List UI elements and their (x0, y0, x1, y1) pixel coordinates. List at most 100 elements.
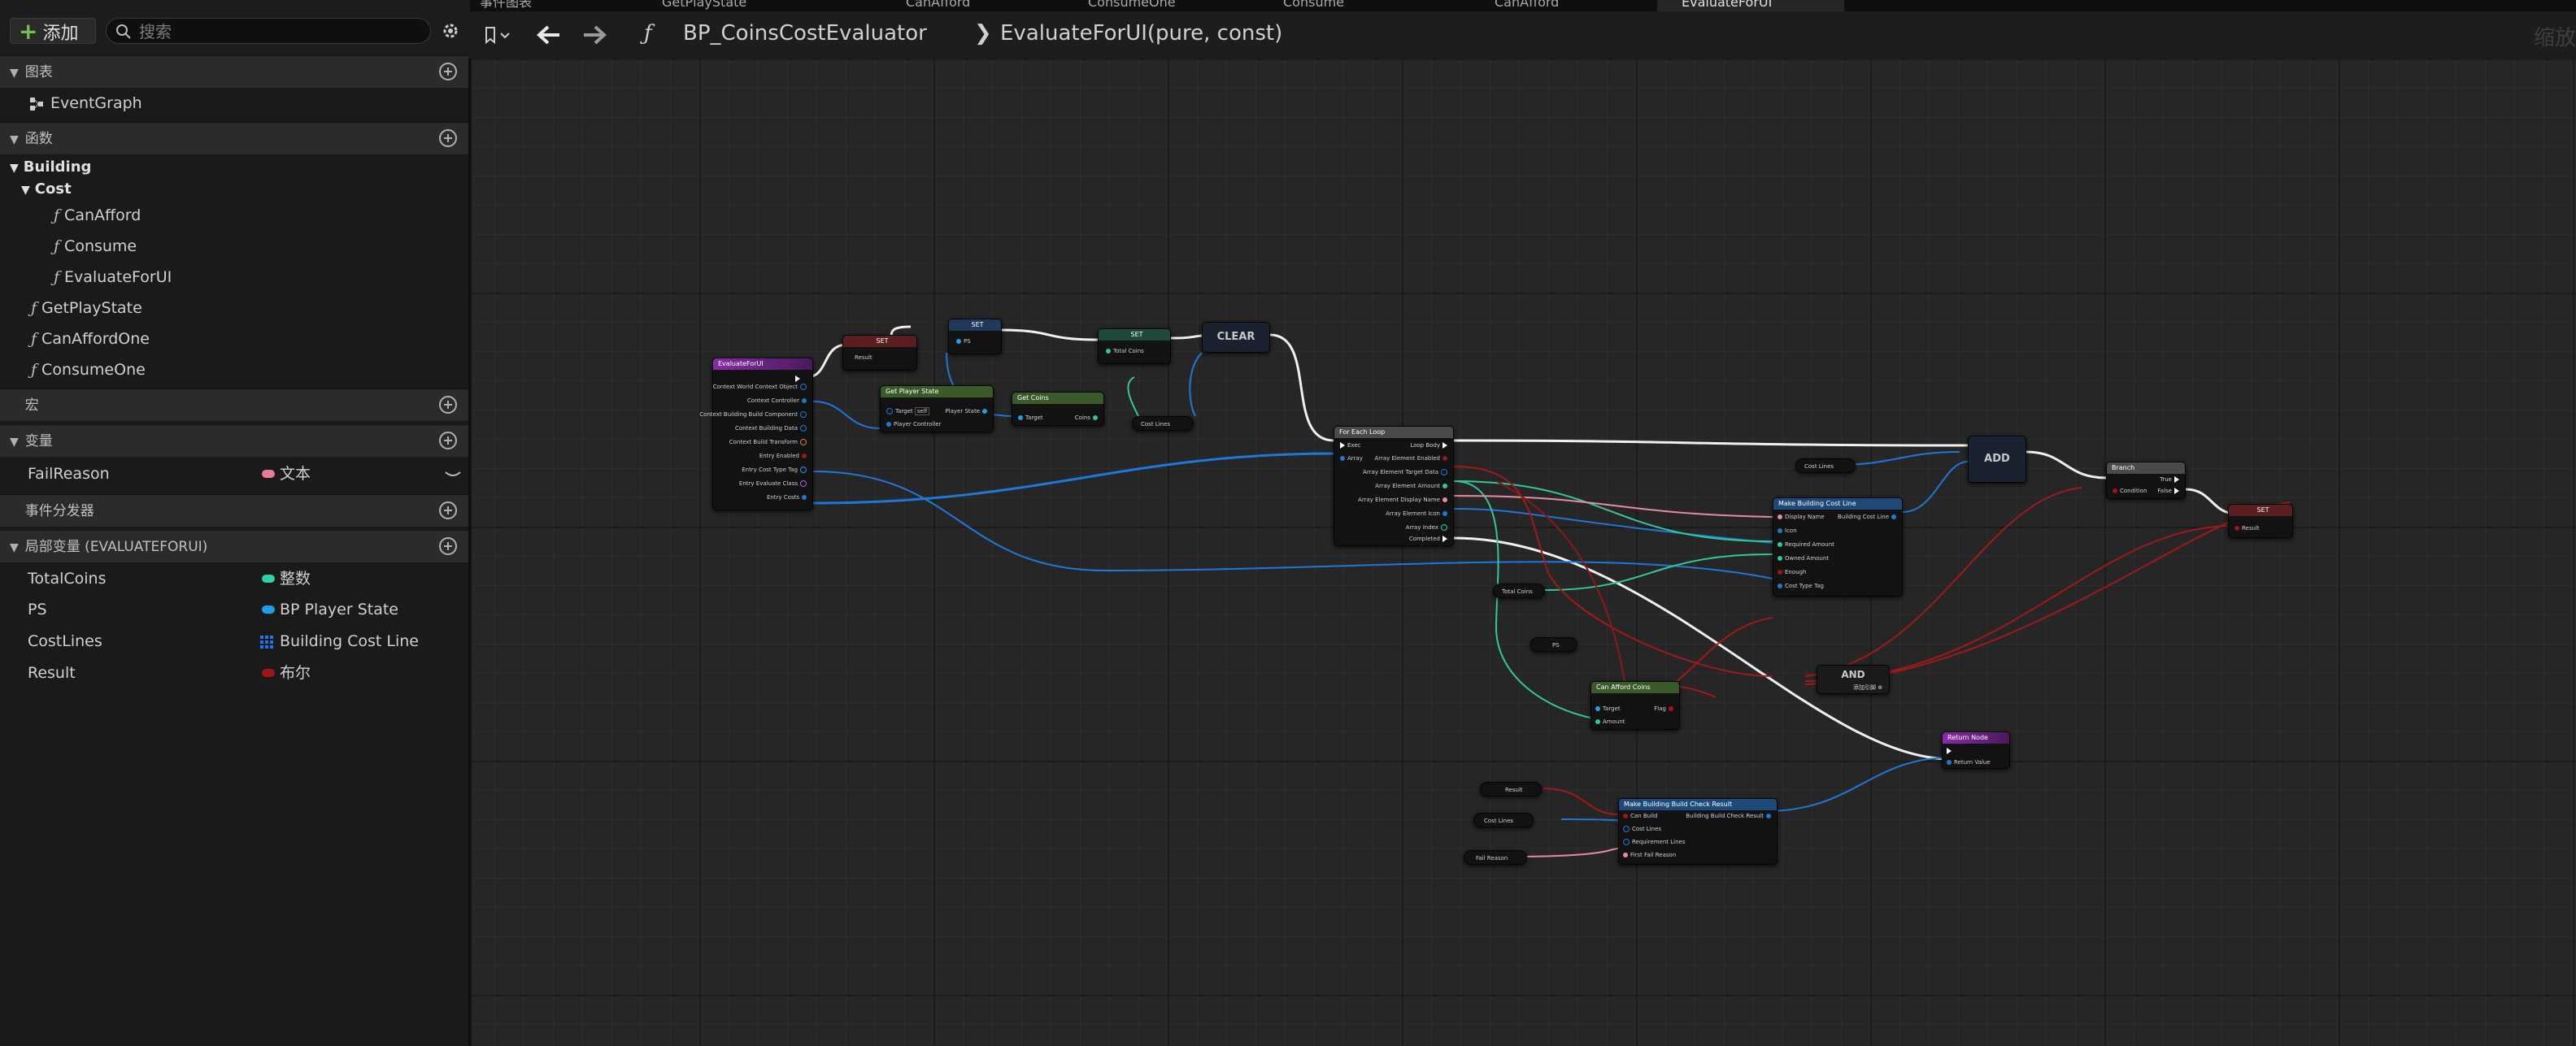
add-button[interactable]: + 添加 (10, 18, 96, 45)
section-event-dispatchers[interactable]: ▼事件分发器 (0, 494, 468, 527)
input-pin[interactable]: First Fail Reason (1621, 851, 1676, 859)
output-pin[interactable]: Array Element Icon (1386, 510, 1450, 518)
graph-item-eventgraph[interactable]: EventGraph (29, 91, 142, 115)
output-pin[interactable]: Building Cost Line (1838, 513, 1899, 521)
exec-out-pin[interactable]: Completed (1409, 535, 1450, 543)
output-pin[interactable]: Array Index (1406, 523, 1450, 532)
local-variable-row[interactable]: TotalCoins 整数 (0, 563, 468, 594)
output-pin[interactable]: Coins (1075, 414, 1100, 422)
set-total-coins-node[interactable]: SET Total Coins (1098, 328, 1171, 364)
input-pin[interactable]: Player Controller (884, 420, 941, 428)
make-building-cost-line-node[interactable]: Make Building Cost Line Display Name Ico… (1773, 497, 1903, 597)
array-clear-node[interactable]: CLEAR (1202, 322, 1270, 353)
output-pin[interactable]: Array Element Enabled (1374, 454, 1450, 462)
gear-icon[interactable] (439, 20, 462, 42)
input-pin[interactable]: Cost Type Tag (1775, 582, 1824, 590)
output-pin[interactable]: Building Build Check Result (1686, 812, 1773, 820)
add-macro-icon[interactable] (439, 396, 457, 414)
section-macros[interactable]: ▼宏 (0, 388, 468, 421)
tab-canafford[interactable]: CanAfford (906, 0, 1012, 11)
section-functions[interactable]: ▼ 函数 (0, 122, 468, 154)
branch-node[interactable]: Branch Condition True False (2106, 462, 2186, 499)
input-pin[interactable]: Icon (1775, 527, 1797, 535)
breadcrumb-function[interactable]: EvaluateForUI(pure, const) (1000, 21, 1282, 46)
function-item-consumeone[interactable]: ƒ ConsumeOne (31, 358, 146, 382)
return-node[interactable]: Return Node Return Value (1942, 731, 2010, 769)
output-pin[interactable]: Context Build Transform (729, 438, 809, 446)
exec-in-pin[interactable] (1944, 747, 1954, 755)
output-pin[interactable]: Array Element Target Data (1363, 468, 1450, 476)
get-player-state-node[interactable]: Get Player State Target self Player Cont… (880, 385, 994, 432)
cost-lines-getter[interactable]: Cost Lines (1473, 813, 1534, 827)
cost-lines-getter[interactable]: Cost Lines (1795, 458, 1856, 473)
forward-arrow-icon[interactable] (582, 24, 607, 46)
exec-in-pin[interactable]: Exec (1338, 441, 1361, 449)
input-pin[interactable]: Required Amount (1775, 540, 1834, 549)
array-add-node[interactable]: ADD (1968, 436, 2026, 483)
tab-consumeone[interactable]: ConsumeOne (1088, 0, 1202, 11)
eye-closed-icon[interactable] (444, 470, 462, 480)
exec-out-pin[interactable]: True (2160, 475, 2182, 484)
variable-type[interactable]: Building Cost Line (260, 626, 419, 657)
section-variables[interactable]: ▼ 变量 (0, 424, 468, 457)
variable-type[interactable]: BP Player State (262, 594, 398, 625)
function-item-evaluateforui[interactable]: ƒ EvaluateForUI (54, 265, 172, 289)
input-pin[interactable]: Amount (1593, 718, 1625, 726)
input-pin[interactable]: Requirement Lines (1621, 838, 1685, 846)
output-pin[interactable]: Array Element Display Name (1358, 496, 1450, 504)
for-each-loop-node[interactable]: For Each Loop Exec Array Loop Body Array… (1334, 426, 1454, 546)
tab-evaluateforui[interactable]: EvaluateForUI (1657, 0, 1844, 11)
input-pin[interactable]: Target (1016, 414, 1043, 422)
input-pin[interactable]: Condition (2110, 487, 2147, 495)
tab-blueprint[interactable]: 事件图表 (480, 0, 553, 11)
set-result-node-2[interactable]: SET Result (2228, 504, 2293, 538)
get-coins-node[interactable]: Get Coins Target Coins (1012, 392, 1104, 426)
function-item-getplaystate[interactable]: ƒ GetPlayState (31, 296, 142, 320)
tab-consume[interactable]: Consume (1283, 0, 1364, 11)
tab-getplaystate[interactable]: GetPlayState (662, 0, 768, 11)
set-ps-node[interactable]: SET PS (948, 319, 1002, 354)
add-graph-icon[interactable] (439, 63, 457, 80)
array-in-pin[interactable]: Array (1338, 454, 1363, 462)
exec-out-pin[interactable]: False (2157, 487, 2182, 495)
input-pin[interactable]: Can Build (1621, 812, 1657, 820)
output-pin[interactable]: Array Element Amount (1375, 482, 1450, 490)
exec-out-pin[interactable]: Loop Body (1410, 441, 1450, 449)
and-boolean-node[interactable]: AND 添加引脚 ⊕ (1817, 665, 1890, 694)
breadcrumb-blueprint[interactable]: BP_CoinsCostEvaluator (683, 21, 927, 46)
output-pin[interactable]: Context Building Data (735, 424, 809, 432)
function-item-consume[interactable]: ƒ Consume (54, 234, 137, 258)
output-pin[interactable]: Entry Cost Type Tag (742, 466, 809, 474)
output-pin[interactable]: Entry Enabled (759, 452, 809, 460)
add-local-variable-icon[interactable] (439, 537, 457, 555)
add-pin-button[interactable]: 添加引脚 ⊕ (1853, 684, 1882, 692)
section-graphs[interactable]: ▼ 图表 (0, 55, 468, 88)
result-getter[interactable]: Result (1480, 782, 1542, 796)
output-pin[interactable]: Entry Costs (767, 493, 809, 501)
set-result-node[interactable]: SET Result (842, 335, 917, 371)
function-category-building[interactable]: ▼ Building (10, 155, 91, 180)
back-arrow-icon[interactable] (537, 24, 561, 46)
variable-type[interactable]: 文本 (262, 458, 311, 489)
section-local-variables[interactable]: ▼ 局部变量 (EVALUATEFORUI) (0, 530, 468, 562)
search-box[interactable] (106, 18, 431, 44)
fail-reason-getter[interactable]: Fail Reason (1464, 850, 1527, 865)
input-pin[interactable]: Enough (1775, 568, 1806, 576)
ps-getter[interactable]: PS (1530, 637, 1577, 652)
local-variable-row[interactable]: Result 布尔 (0, 658, 468, 688)
input-pin[interactable]: Return Value (1944, 758, 1991, 766)
input-pin[interactable]: Total Coins (1103, 347, 1144, 355)
input-pin[interactable]: Display Name (1775, 513, 1825, 521)
input-pin[interactable]: Target (1593, 705, 1621, 713)
total-coins-getter[interactable]: Total Coins (1493, 584, 1545, 598)
search-input[interactable] (137, 20, 417, 44)
function-category-cost[interactable]: ▼ Cost (21, 177, 72, 202)
add-function-icon[interactable] (439, 129, 457, 147)
input-pin[interactable]: Cost Lines (1621, 825, 1661, 833)
variable-type[interactable]: 布尔 (262, 658, 311, 688)
function-item-canafford[interactable]: ƒ CanAfford (54, 203, 141, 228)
input-pin[interactable]: Target self (884, 407, 930, 415)
output-pin[interactable]: Context Building Build Component (699, 410, 809, 419)
exec-out-pin[interactable] (793, 375, 803, 383)
input-pin[interactable]: PS (954, 337, 971, 345)
